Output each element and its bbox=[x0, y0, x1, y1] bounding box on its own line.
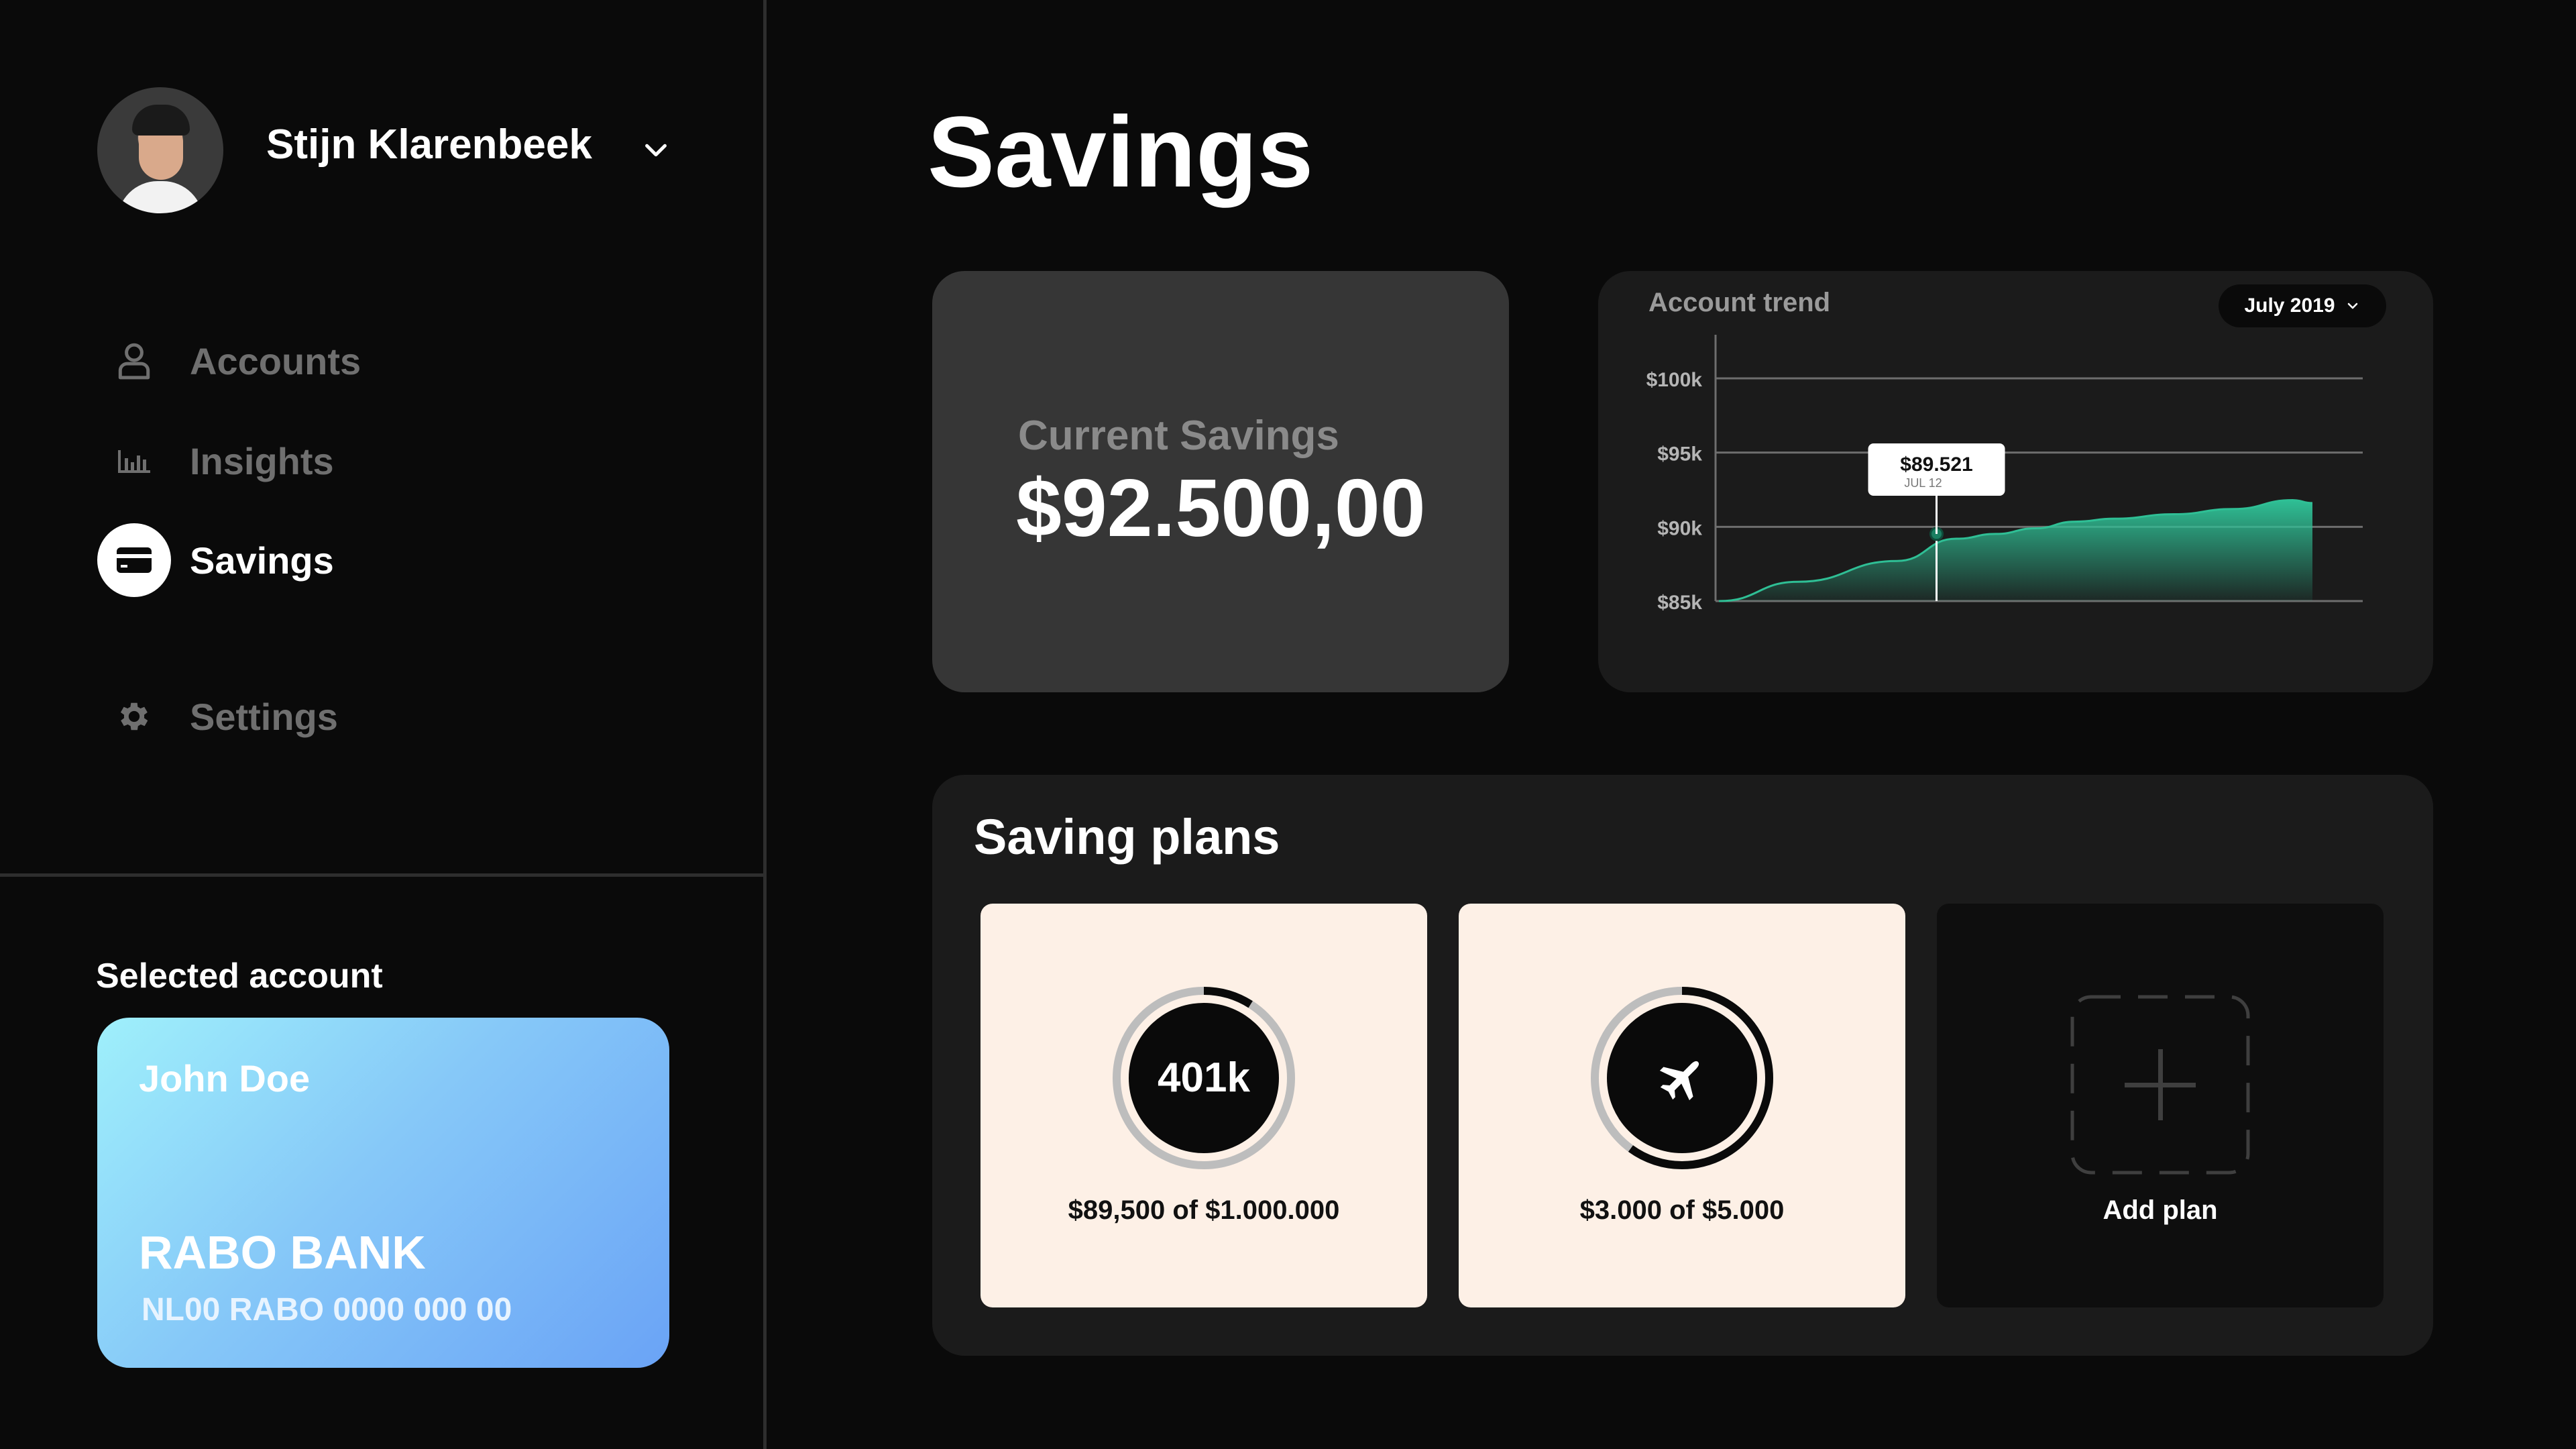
tooltip-date: JUL 12 bbox=[1904, 476, 1942, 490]
y-tick-label: $100k bbox=[1646, 369, 1703, 391]
selected-account-title: Selected account bbox=[96, 957, 383, 996]
chevron-down-icon bbox=[2347, 303, 2357, 309]
current-savings-label: Current Savings bbox=[1018, 413, 1339, 459]
y-tick-label: $90k bbox=[1657, 517, 1702, 539]
sidebar-item-label: Settings bbox=[190, 695, 338, 738]
sidebar-item-label: Savings bbox=[190, 539, 334, 582]
account-trend-panel: $100k $95k $90k $85k $89.521 JUL 12 Account … bbox=[1598, 271, 2433, 692]
page-title: Savings bbox=[928, 95, 1314, 208]
month-dropdown[interactable]: July 2019 bbox=[2219, 284, 2386, 327]
account-trend-chart[interactable]: $100k $95k $90k $85k $89.521JUL 12 bbox=[1598, 271, 2433, 692]
plan-progress-ring: 401k bbox=[1113, 987, 1295, 1169]
sidebar-item-insights[interactable]: Insights bbox=[97, 424, 334, 498]
sidebar: Stijn Klarenbeek Accounts Insights Savin… bbox=[0, 0, 767, 1449]
account-trend-title: Account trend bbox=[1648, 288, 1831, 317]
user-name[interactable]: Stijn Klarenbeek bbox=[266, 121, 592, 168]
y-tick-label: $85k bbox=[1657, 592, 1702, 614]
plan-card-travel[interactable]: $3.000 of $5.000 bbox=[1459, 904, 1905, 1307]
sidebar-item-label: Accounts bbox=[190, 339, 361, 382]
card-iban: NL00 RABO 0000 000 00 bbox=[142, 1292, 512, 1328]
saving-plans-panel: Saving plans 401k $89,500 of $1.000.000 … bbox=[932, 775, 2433, 1356]
add-plan-label: Add plan bbox=[2103, 1195, 2218, 1225]
plan-center-text: 401k bbox=[1158, 1055, 1250, 1101]
sidebar-item-savings[interactable]: Savings bbox=[97, 523, 334, 597]
plan-amount: $3.000 of $5.000 bbox=[1579, 1195, 1785, 1225]
credit-card-icon bbox=[97, 523, 171, 597]
current-savings-value: $92.500,00 bbox=[1016, 462, 1426, 553]
plan-amount: $89,500 of $1.000.000 bbox=[1068, 1195, 1340, 1225]
bar-chart-icon bbox=[97, 424, 171, 498]
plan-card-401k[interactable]: 401k $89,500 of $1.000.000 bbox=[981, 904, 1427, 1307]
sidebar-nav-section: Stijn Klarenbeek Accounts Insights Savin… bbox=[0, 0, 763, 877]
gear-icon bbox=[97, 680, 171, 753]
sidebar-item-accounts[interactable]: Accounts bbox=[97, 324, 361, 398]
y-tick-label: $95k bbox=[1657, 443, 1702, 466]
trend-area-fill bbox=[1719, 500, 2312, 601]
user-icon bbox=[97, 324, 171, 398]
sidebar-item-label: Insights bbox=[190, 439, 334, 482]
plan-progress-ring bbox=[1591, 987, 1773, 1169]
card-holder: John Doe bbox=[139, 1057, 311, 1099]
account-card[interactable]: John Doe RABO BANK NL00 RABO 0000 000 00 bbox=[97, 1018, 669, 1368]
add-plan-button[interactable]: Add plan bbox=[1937, 904, 2384, 1307]
chevron-down-icon[interactable] bbox=[640, 134, 671, 165]
tooltip-value: $89.521 bbox=[1900, 453, 1972, 476]
avatar[interactable] bbox=[97, 87, 223, 213]
month-dropdown-value: July 2019 bbox=[2244, 294, 2335, 317]
plus-icon bbox=[2070, 995, 2250, 1175]
sidebar-item-settings[interactable]: Settings bbox=[97, 680, 338, 753]
saving-plans-title: Saving plans bbox=[974, 809, 1280, 865]
current-savings-panel: Current Savings $92.500,00 bbox=[932, 271, 1509, 692]
card-bank: RABO BANK bbox=[139, 1226, 426, 1279]
